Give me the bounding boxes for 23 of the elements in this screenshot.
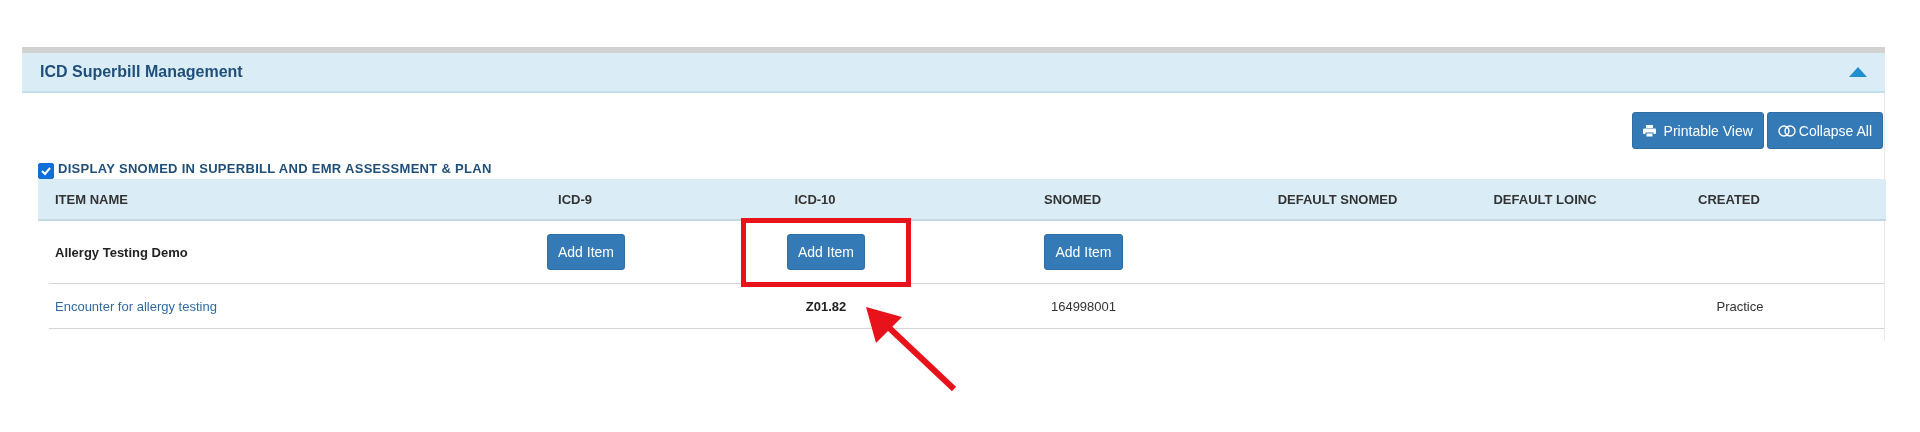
add-item-button[interactable]: Add Item xyxy=(1044,234,1123,270)
column-header: ICD-9 xyxy=(558,191,592,207)
table-cell: 164998001 xyxy=(1050,298,1117,314)
collapse-all-button[interactable]: Collapse All xyxy=(1766,112,1883,149)
table-cell: Z01.82 xyxy=(805,298,847,314)
printer-icon xyxy=(1642,124,1656,137)
column-header: CREATED xyxy=(1698,191,1760,207)
table-cell: Practice xyxy=(1716,298,1764,314)
checkbox[interactable] xyxy=(38,163,54,179)
panel-title: ICD Superbill Management xyxy=(40,63,243,81)
printable-view-button[interactable]: Printable View xyxy=(1631,112,1764,149)
overlapping-circles-icon xyxy=(1777,124,1796,137)
checkbox-label: DISPLAY SNOMED IN SUPERBILL AND EMR ASSESSMENT & PLAN xyxy=(58,160,492,176)
column-header: ITEM NAME xyxy=(54,191,128,207)
column-header: SNOMED xyxy=(1043,191,1102,207)
item-link[interactable]: Encounter for allergy testing xyxy=(55,298,217,314)
column-header: DEFAULT LOINC xyxy=(1493,191,1597,207)
column-header: DEFAULT SNOMED xyxy=(1277,191,1398,207)
add-item-button[interactable]: Add Item xyxy=(547,234,625,270)
column-header: ICD-10 xyxy=(794,191,836,207)
table-cell: Allergy Testing Demo xyxy=(55,244,188,260)
collapse-toggle-icon[interactable] xyxy=(1849,67,1867,77)
add-item-button[interactable]: Add Item xyxy=(787,234,865,270)
